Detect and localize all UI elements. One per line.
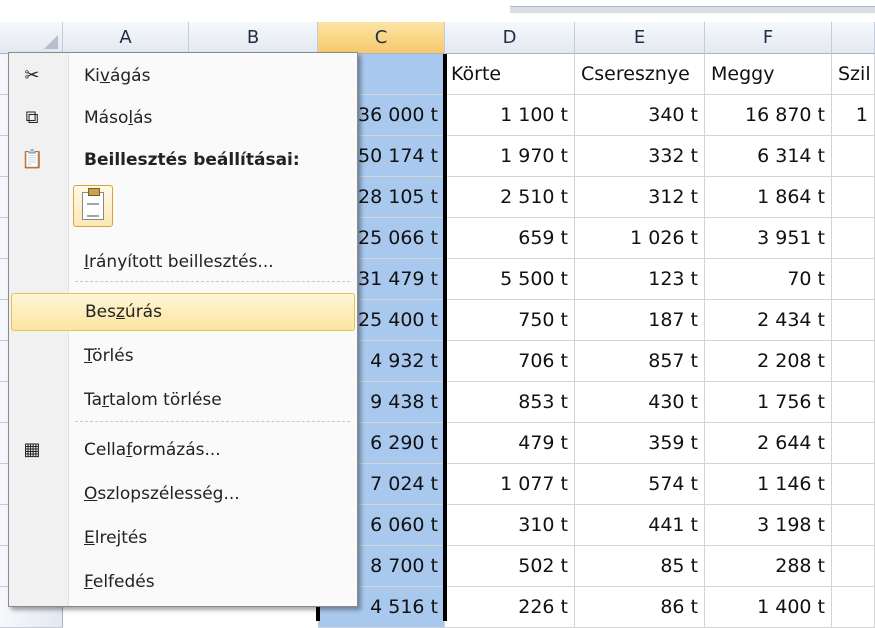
- menu-item-label: Felfedés: [84, 572, 155, 592]
- menu-item-felfedés[interactable]: Felfedés: [11, 563, 355, 601]
- cell-d[interactable]: 1 100 t: [445, 95, 575, 136]
- cell-f[interactable]: 288 t: [705, 546, 832, 587]
- menu-separator: [75, 281, 350, 282]
- menu-item-tartalom-törlése[interactable]: Tartalom törlése: [11, 381, 355, 419]
- header-cell-f[interactable]: Meggy: [705, 54, 832, 95]
- column-header-f[interactable]: F: [705, 22, 832, 54]
- cell-g[interactable]: 1: [832, 95, 875, 136]
- menu-item-label: Törlés: [84, 346, 134, 366]
- format-cells-icon: ▦: [23, 439, 41, 460]
- column-header-a[interactable]: A: [63, 22, 189, 54]
- menu-item-irányított-beillesztés[interactable]: Irányított beillesztés...: [11, 243, 355, 281]
- menu-item-beillesztés-beállításai: 📋 Beillesztés beállításai:: [11, 141, 355, 179]
- header-cell-d[interactable]: Körte: [445, 54, 575, 95]
- cell-d[interactable]: 706 t: [445, 341, 575, 382]
- cell-d[interactable]: 853 t: [445, 382, 575, 423]
- menu-item-label: Kivágás: [84, 66, 151, 86]
- context-menu: ✂ Kivágás ⧉ Másolás 📋 Beillesztés beállításai…: [8, 52, 358, 607]
- cell-g[interactable]: [832, 341, 875, 382]
- cell-d[interactable]: 502 t: [445, 546, 575, 587]
- cell-f[interactable]: 1 400 t: [705, 587, 832, 628]
- cell-d[interactable]: 5 500 t: [445, 259, 575, 300]
- cell-f[interactable]: 1 146 t: [705, 464, 832, 505]
- cell-f[interactable]: 1 864 t: [705, 177, 832, 218]
- header-cell-g[interactable]: Szil: [832, 54, 875, 95]
- cell-g[interactable]: [832, 587, 875, 628]
- cell-e[interactable]: 123 t: [575, 259, 705, 300]
- cell-f[interactable]: 1 756 t: [705, 382, 832, 423]
- cell-g[interactable]: [832, 300, 875, 341]
- formula-bar-edge: [510, 6, 875, 13]
- cell-g[interactable]: [832, 464, 875, 505]
- cell-d[interactable]: 1 077 t: [445, 464, 575, 505]
- selection-border-right: [443, 54, 447, 621]
- cell-f[interactable]: 3 951 t: [705, 218, 832, 259]
- cell-d[interactable]: 479 t: [445, 423, 575, 464]
- cell-e[interactable]: 312 t: [575, 177, 705, 218]
- cell-e[interactable]: 441 t: [575, 505, 705, 546]
- cell-f[interactable]: 70 t: [705, 259, 832, 300]
- menu-item-másolás[interactable]: ⧉ Másolás: [11, 99, 355, 137]
- paste-icon: 📋: [21, 149, 44, 170]
- cell-e[interactable]: 85 t: [575, 546, 705, 587]
- copy-icon: ⧉: [25, 107, 39, 128]
- formula-area-strip: [0, 0, 875, 22]
- menu-item-törlés[interactable]: Törlés: [11, 337, 355, 375]
- menu-item-cellaformázás[interactable]: ▦ Cellaformázás...: [11, 431, 355, 469]
- menu-item-label: Irányított beillesztés...: [84, 252, 274, 272]
- menu-item-label: Másolás: [84, 108, 153, 128]
- cell-e[interactable]: 359 t: [575, 423, 705, 464]
- header-cell-e[interactable]: Cseresznye: [575, 54, 705, 95]
- cell-e[interactable]: 430 t: [575, 382, 705, 423]
- cell-g[interactable]: [832, 505, 875, 546]
- cell-d[interactable]: 226 t: [445, 587, 575, 628]
- menu-separator: [75, 421, 350, 422]
- cell-d[interactable]: 310 t: [445, 505, 575, 546]
- cell-d[interactable]: 1 970 t: [445, 136, 575, 177]
- cell-f[interactable]: 2 434 t: [705, 300, 832, 341]
- menu-item-label: Cellaformázás...: [84, 440, 221, 460]
- cell-d[interactable]: 659 t: [445, 218, 575, 259]
- column-header-c[interactable]: C: [318, 22, 445, 54]
- cell-d[interactable]: 2 510 t: [445, 177, 575, 218]
- column-header-b[interactable]: B: [189, 22, 318, 54]
- cell-g[interactable]: [832, 546, 875, 587]
- menu-item-kivágás[interactable]: ✂ Kivágás: [11, 57, 355, 95]
- select-all-corner[interactable]: [0, 22, 63, 54]
- cell-e[interactable]: 1 026 t: [575, 218, 705, 259]
- scissors-icon: ✂: [24, 65, 40, 86]
- menu-item-label: Beszúrás: [85, 302, 162, 322]
- cell-e[interactable]: 574 t: [575, 464, 705, 505]
- cell-e[interactable]: 86 t: [575, 587, 705, 628]
- menu-item-label: Elrejtés: [84, 528, 148, 548]
- cell-g[interactable]: [832, 218, 875, 259]
- cell-e[interactable]: 187 t: [575, 300, 705, 341]
- cell-g[interactable]: [832, 177, 875, 218]
- cell-f[interactable]: 6 314 t: [705, 136, 832, 177]
- cell-g[interactable]: [832, 136, 875, 177]
- menu-item-oszlopszélesség[interactable]: Oszlopszélesség...: [11, 475, 355, 513]
- column-header-d[interactable]: D: [445, 22, 575, 54]
- cell-f[interactable]: 16 870 t: [705, 95, 832, 136]
- cell-f[interactable]: 3 198 t: [705, 505, 832, 546]
- cell-f[interactable]: 2 644 t: [705, 423, 832, 464]
- cell-e[interactable]: 332 t: [575, 136, 705, 177]
- cell-g[interactable]: [832, 259, 875, 300]
- column-header-e[interactable]: E: [575, 22, 705, 54]
- menu-item-beszúrás[interactable]: Beszúrás: [11, 293, 355, 331]
- cell-d[interactable]: 750 t: [445, 300, 575, 341]
- menu-item-label: Oszlopszélesség...: [84, 484, 240, 504]
- cell-g[interactable]: [832, 382, 875, 423]
- cell-e[interactable]: 857 t: [575, 341, 705, 382]
- menu-item-label: Tartalom törlése: [84, 390, 222, 410]
- menu-item-label: Beillesztés beállításai:: [84, 150, 300, 170]
- menu-item-elrejtés[interactable]: Elrejtés: [11, 519, 355, 557]
- cell-g[interactable]: [832, 423, 875, 464]
- paste-option-button[interactable]: [73, 185, 113, 227]
- clipboard-icon: [82, 188, 104, 220]
- column-header-g[interactable]: [832, 22, 875, 54]
- cell-f[interactable]: 2 208 t: [705, 341, 832, 382]
- cell-e[interactable]: 340 t: [575, 95, 705, 136]
